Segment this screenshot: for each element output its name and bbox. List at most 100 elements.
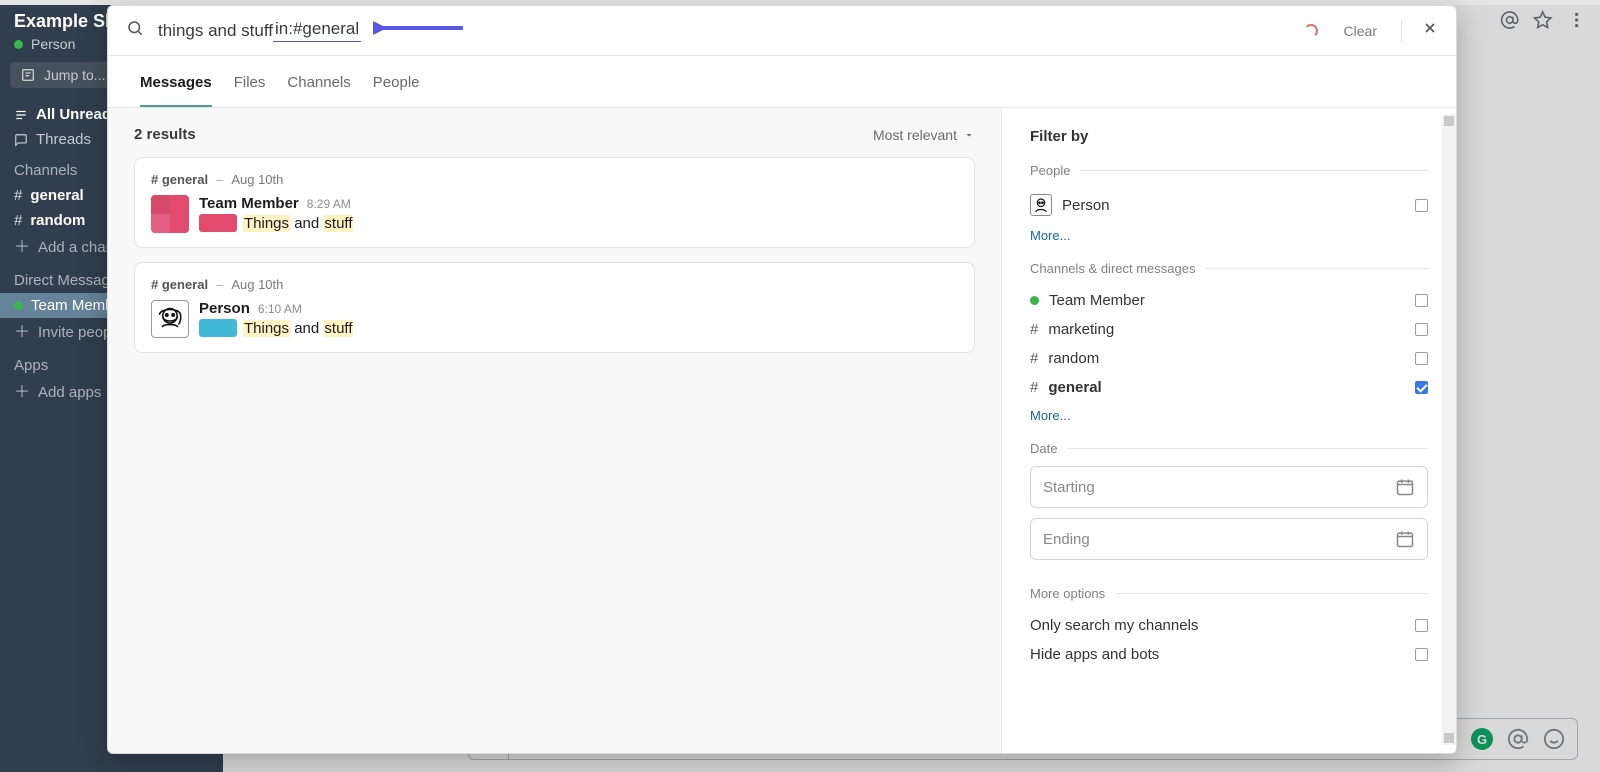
add-apps-label: Add apps [38,384,101,401]
tab-files[interactable]: Files [234,60,266,107]
filter-channel-general[interactable]: # general [1030,373,1428,402]
checkbox[interactable] [1415,381,1428,394]
divider [1401,20,1402,42]
results-column: 2 results Most relevant # general – Aug … [108,108,1001,753]
result-author: Team Member [199,195,299,212]
filter-label: general [1048,379,1101,396]
filter-hide-apps-bots[interactable]: Hide apps and bots [1030,640,1428,669]
result-channel: # general [151,172,208,187]
plus-icon: ＋ [14,240,30,256]
filter-person[interactable]: Person [1030,188,1428,222]
filter-title: Filter by [1030,128,1428,145]
results-header: 2 results Most relevant [134,126,975,143]
search-query-text: things and stuff [158,21,273,41]
list-icon [14,108,28,122]
results-count: 2 results [134,126,196,143]
search-icon [126,19,144,42]
filter-channel-marketing[interactable]: # marketing [1030,315,1428,344]
filter-label: random [1048,350,1099,367]
checkbox[interactable] [1415,323,1428,336]
date-ending[interactable]: Ending [1030,518,1428,560]
avatar-icon [1030,194,1052,216]
filter-more-options-label: More options [1030,586,1428,601]
result-author: Person [199,300,250,317]
date-placeholder: Ending [1043,531,1090,548]
checkbox[interactable] [1415,199,1428,212]
result-time: 8:29 AM [307,197,351,211]
attachment-chip [199,319,237,337]
threads-label: Threads [36,131,91,148]
loading-spinner-icon [1304,24,1318,38]
result-meta: # general – Aug 10th [151,277,958,292]
hash-icon: # [14,212,22,229]
scrollbar[interactable] [1442,114,1456,745]
avatar [151,300,189,338]
browser-toolbar [1500,0,1600,40]
checkbox[interactable] [1415,294,1428,307]
hash-icon: # [14,187,22,204]
hash-icon: # [1030,321,1038,338]
result-date: Aug 10th [231,172,283,187]
checkbox[interactable] [1415,648,1428,661]
threads-icon [14,133,28,147]
search-body: 2 results Most relevant # general – Aug … [108,108,1456,753]
result-time: 6:10 AM [258,302,302,316]
presence-dot-icon [14,301,23,310]
plus-icon: ＋ [14,385,30,401]
sort-label: Most relevant [873,127,957,143]
more-channels[interactable]: More... [1030,408,1428,423]
scroll-down-icon[interactable] [1444,733,1454,743]
more-icon[interactable] [1567,10,1586,30]
result-channel: # general [151,277,208,292]
close-button[interactable] [1422,20,1438,41]
sort-select[interactable]: Most relevant [873,127,975,143]
checkbox[interactable] [1415,352,1428,365]
result-message: Things and stuff [199,319,958,337]
avatar [151,195,189,233]
channel-label: random [30,212,85,229]
plus-icon: ＋ [14,325,30,341]
filter-channel-random[interactable]: # random [1030,344,1428,373]
filter-date-label: Date [1030,441,1428,456]
filter-channels-label: Channels & direct messages [1030,261,1428,276]
presence-dot-icon [1030,296,1039,305]
hash-icon: # [1030,379,1038,396]
filter-column: Filter by People Person More... Channels… [1001,108,1456,753]
hash-icon: # [1030,350,1038,367]
search-tabs: Messages Files Channels People [108,56,1456,108]
scroll-up-icon[interactable] [1444,116,1454,126]
mention-icon[interactable] [1500,10,1519,30]
date-starting[interactable]: Starting [1030,466,1428,508]
jump-to-label: Jump to... [44,67,105,83]
calendar-icon [1395,529,1415,549]
filter-label: Hide apps and bots [1030,646,1159,663]
star-icon[interactable] [1533,10,1552,30]
search-panel: things and stuff in:#general Clear Messa… [107,5,1457,754]
filter-label: marketing [1048,321,1114,338]
tab-people[interactable]: People [373,60,420,107]
filter-channel-team-member[interactable]: Team Member [1030,286,1428,315]
tab-channels[interactable]: Channels [287,60,350,107]
more-people[interactable]: More... [1030,228,1428,243]
filter-label: Only search my channels [1030,617,1198,634]
result-meta: # general – Aug 10th [151,172,958,187]
annotation-arrow-icon [373,19,465,42]
tab-messages[interactable]: Messages [140,60,212,107]
filter-label: Person [1062,197,1110,214]
result-date: Aug 10th [231,277,283,292]
date-placeholder: Starting [1043,479,1095,496]
search-query-modifier: in:#general [273,19,361,42]
presence-dot-icon [14,40,23,49]
clear-button[interactable]: Clear [1344,23,1377,39]
search-bar: things and stuff in:#general Clear [108,6,1456,56]
dm-label: Team Memb [31,297,114,314]
filter-label: Team Member [1049,292,1145,309]
calendar-icon [1395,477,1415,497]
search-input[interactable]: things and stuff in:#general [158,19,1290,42]
attachment-chip [199,214,237,232]
checkbox[interactable] [1415,619,1428,632]
search-result[interactable]: # general – Aug 10th Team Member 8:29 AM… [134,157,975,248]
chevron-down-icon [963,129,975,141]
filter-only-my-channels[interactable]: Only search my channels [1030,611,1428,640]
search-result[interactable]: # general – Aug 10th Person 6:10 AM [134,262,975,353]
